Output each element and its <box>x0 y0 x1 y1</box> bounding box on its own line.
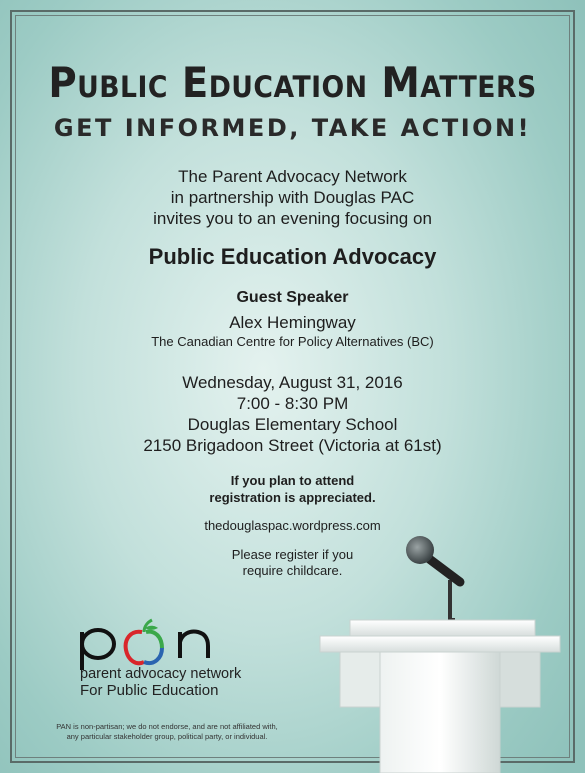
event-date: Wednesday, August 31, 2016 <box>182 373 403 392</box>
subheadline: GET INFORMED, TAKE ACTION! <box>53 114 532 142</box>
pan-wordmark <box>80 618 210 670</box>
apple-logo-icon <box>123 618 164 666</box>
event-address: 2150 Brigadoon Street (Victoria at 61st) <box>143 436 442 455</box>
logo-tagline-2: For Public Education <box>80 682 219 699</box>
guest-speaker-organization: The Canadian Centre for Policy Alternati… <box>151 334 434 349</box>
intro-line-2: in partnership with Douglas PAC <box>170 188 415 207</box>
microphone-icon <box>406 536 465 622</box>
registration-line-1: If you plan to attend <box>230 473 355 488</box>
event-venue: Douglas Elementary School <box>187 415 398 434</box>
guest-speaker-name: Alex Hemingway <box>229 313 356 332</box>
event-poster: Public Education Matters GET INFORMED, T… <box>0 0 585 773</box>
registration-note: If you plan to attend registration is ap… <box>0 472 585 506</box>
intro-line-3: invites you to an evening focusing on <box>153 209 432 228</box>
intro-text: The Parent Advocacy Network in partnersh… <box>0 166 585 229</box>
event-details: Wednesday, August 31, 2016 7:00 - 8:30 P… <box>0 372 585 456</box>
headline: Public Education Matters <box>48 58 537 107</box>
disclaimer: PAN is non-partisan; we do not endorse, … <box>32 722 302 742</box>
logo-tagline-1: parent advocacy network <box>80 666 242 682</box>
pan-logo: parent advocacy network For Public Educa… <box>72 618 252 708</box>
guest-speaker-label: Guest Speaker <box>236 289 349 306</box>
event-time: 7:00 - 8:30 PM <box>236 394 349 413</box>
podium-illustration <box>319 536 561 773</box>
registration-line-2: registration is appreciated. <box>209 490 376 505</box>
podium-icon <box>319 619 561 773</box>
event-title: Public Education Advocacy <box>148 244 437 269</box>
disclaimer-line-1: PAN is non-partisan; we do not endorse, … <box>56 722 278 731</box>
intro-line-1: The Parent Advocacy Network <box>178 167 407 186</box>
disclaimer-line-2: any particular stakeholder group, politi… <box>66 732 268 741</box>
